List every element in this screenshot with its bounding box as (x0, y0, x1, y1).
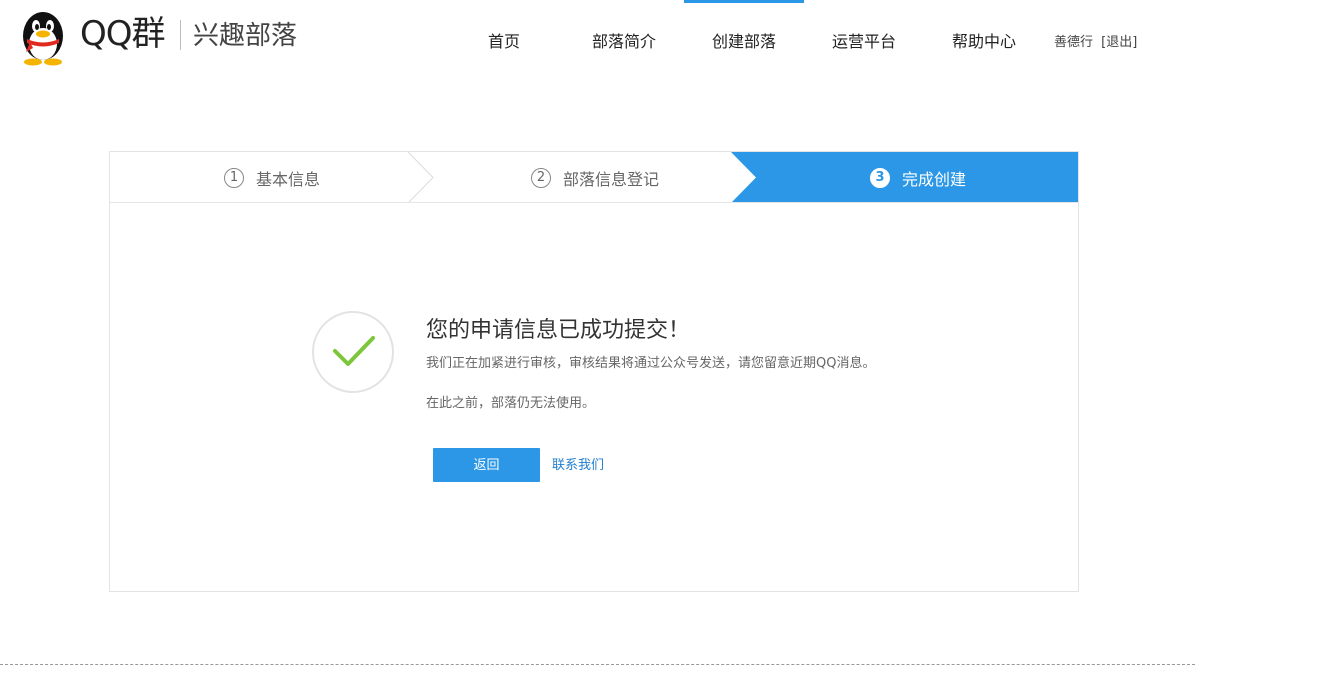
nav-about[interactable]: 部落简介 (564, 0, 684, 84)
footer-divider (0, 664, 1195, 665)
qq-penguin-logo[interactable] (16, 8, 70, 66)
nav-operations[interactable]: 运营平台 (804, 0, 924, 84)
success-title: 您的申请信息已成功提交！ (426, 318, 691, 343)
logout-link[interactable]: [退出] (1101, 35, 1137, 50)
create-result-card: 1 基本信息 2 部落信息登记 3 完成创建 您的申请信息已成功提交！ 我们正在… (109, 151, 1079, 592)
step-label: 完成创建 (902, 169, 967, 189)
success-note: 在此之前，部落仍无法使用。 (426, 396, 596, 411)
nav-help[interactable]: 帮助中心 (924, 0, 1044, 84)
step-tribe-registration: 2 部落信息登记 (531, 152, 660, 202)
step-basic-info: 1 基本信息 (224, 152, 321, 202)
success-description: 我们正在加紧进行审核，审核结果将通过公众号发送，请您留意近期QQ消息。 (426, 356, 876, 371)
nav-home[interactable]: 首页 (444, 0, 564, 84)
step-progress-bar: 1 基本信息 2 部落信息登记 3 完成创建 (110, 152, 1078, 203)
step-number: 2 (531, 167, 551, 188)
brand-divider (180, 20, 181, 50)
step-label: 部落信息登记 (563, 169, 660, 189)
brand-subtitle: 兴趣部落 (193, 21, 298, 51)
contact-us-link[interactable]: 联系我们 (552, 457, 604, 475)
step-number: 3 (870, 167, 890, 188)
user-area: 善德行 [退出] (1054, 34, 1137, 52)
nav-create-tribe[interactable]: 创建部落 (684, 0, 804, 84)
step-label: 基本信息 (256, 169, 321, 189)
username: 善德行 (1054, 35, 1094, 50)
brand-qq-title: QQ群 (80, 14, 166, 54)
success-checkmark-icon (312, 311, 394, 393)
step-number: 1 (224, 167, 244, 188)
step-complete: 3 完成创建 (870, 152, 967, 202)
back-button[interactable]: 返回 (433, 448, 540, 482)
